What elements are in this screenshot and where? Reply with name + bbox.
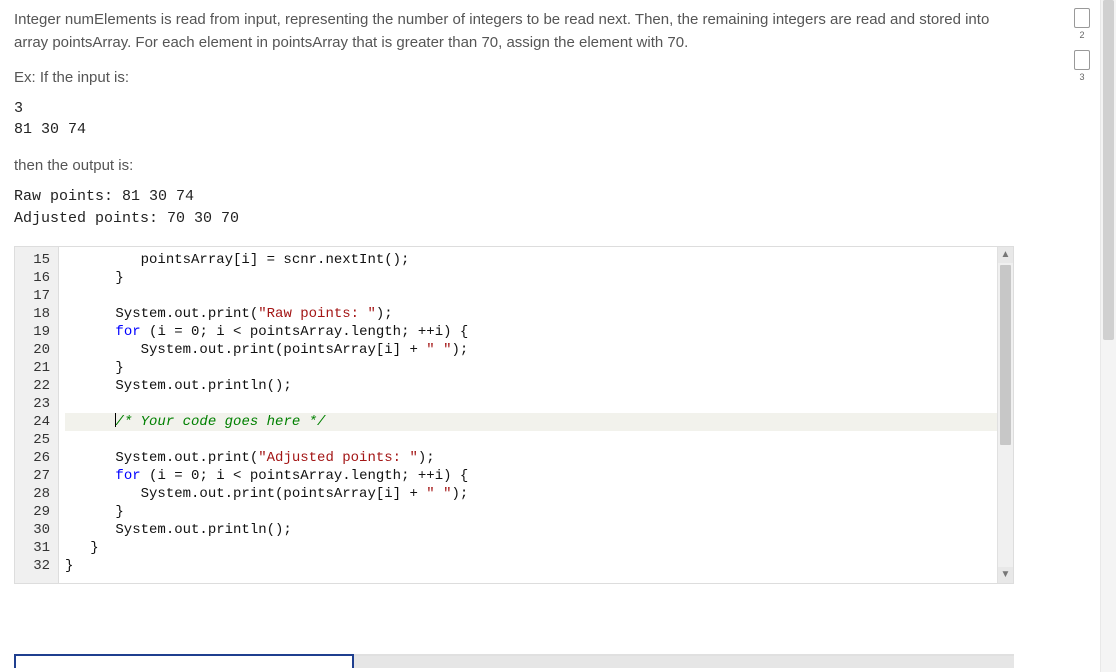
inactive-tab-area xyxy=(354,654,1014,668)
page-scrollbar[interactable] xyxy=(1100,0,1116,672)
editor-scrollbar[interactable]: ▲ ▼ xyxy=(997,247,1013,583)
code-line[interactable]: System.out.print("Adjusted points: "); xyxy=(65,449,997,467)
code-line[interactable]: /* Your code goes here */ xyxy=(65,413,997,431)
code-line[interactable]: } xyxy=(65,503,997,521)
page-nav-label: 2 xyxy=(1079,30,1084,40)
code-line[interactable]: pointsArray[i] = scnr.nextInt(); xyxy=(65,251,997,269)
example-output: Raw points: 81 30 74 Adjusted points: 70… xyxy=(14,186,1016,230)
code-line[interactable]: System.out.print(pointsArray[i] + " "); xyxy=(65,485,997,503)
code-line[interactable]: for (i = 0; i < pointsArray.length; ++i)… xyxy=(65,467,997,485)
code-line[interactable]: System.out.print(pointsArray[i] + " "); xyxy=(65,341,997,359)
code-line[interactable]: System.out.print("Raw points: "); xyxy=(65,305,997,323)
active-tab-indicator[interactable] xyxy=(14,654,354,668)
page-thumb-icon xyxy=(1074,50,1090,70)
code-area[interactable]: pointsArray[i] = scnr.nextInt(); } Syste… xyxy=(59,247,997,583)
scroll-down-icon[interactable]: ▼ xyxy=(998,567,1013,583)
scroll-up-icon[interactable]: ▲ xyxy=(998,247,1013,263)
scroll-thumb[interactable] xyxy=(1000,265,1011,445)
then-output-label: then the output is: xyxy=(14,157,1016,174)
problem-description: Integer numElements is read from input, … xyxy=(14,8,1016,55)
code-editor[interactable]: 151617181920212223242526272829303132 poi… xyxy=(14,246,1014,584)
code-line[interactable]: } xyxy=(65,359,997,377)
line-gutter: 151617181920212223242526272829303132 xyxy=(15,247,59,583)
bottom-tab-strip xyxy=(14,654,1014,668)
page-scroll-thumb[interactable] xyxy=(1103,0,1114,340)
code-line[interactable] xyxy=(65,431,997,449)
code-line[interactable]: } xyxy=(65,539,997,557)
page-nav-item[interactable]: 3 xyxy=(1074,50,1090,82)
example-input: 3 81 30 74 xyxy=(14,98,1016,142)
page-thumb-icon xyxy=(1074,8,1090,28)
page-nav-label: 3 xyxy=(1079,72,1084,82)
code-line[interactable]: System.out.println(); xyxy=(65,521,997,539)
problem-panel: Integer numElements is read from input, … xyxy=(0,0,1030,592)
code-line[interactable]: } xyxy=(65,557,997,575)
page-nav: 2 3 xyxy=(1074,8,1090,92)
page-nav-item[interactable]: 2 xyxy=(1074,8,1090,40)
code-line[interactable] xyxy=(65,395,997,413)
code-line[interactable] xyxy=(65,287,997,305)
code-line[interactable]: } xyxy=(65,269,997,287)
code-line[interactable]: System.out.println(); xyxy=(65,377,997,395)
code-line[interactable]: for (i = 0; i < pointsArray.length; ++i)… xyxy=(65,323,997,341)
example-input-label: Ex: If the input is: xyxy=(14,69,1016,86)
